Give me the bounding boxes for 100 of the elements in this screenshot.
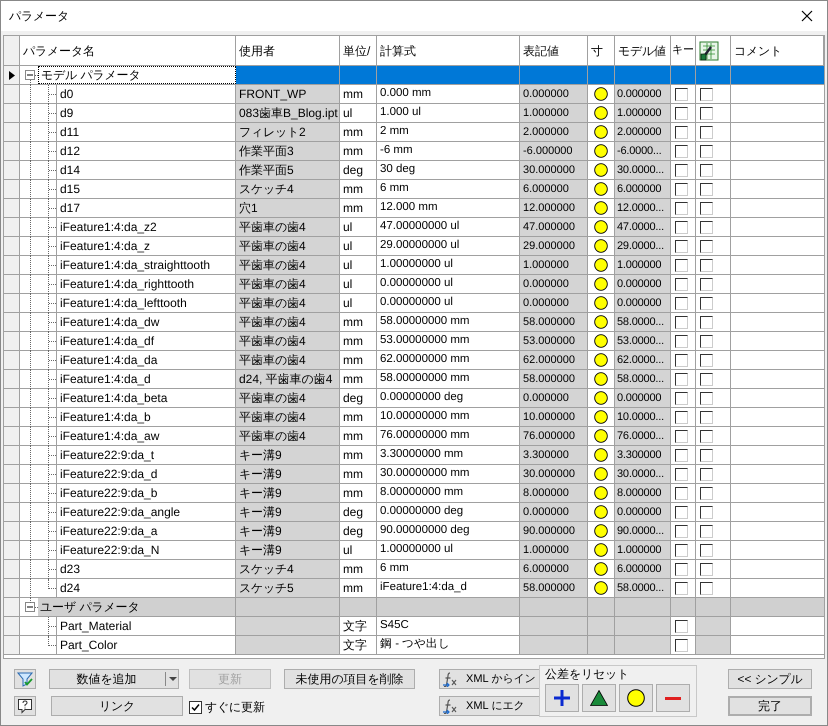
circle-icon[interactable] — [594, 258, 608, 272]
checkbox[interactable] — [675, 448, 688, 462]
checkbox[interactable] — [675, 620, 688, 632]
checkbox[interactable] — [675, 544, 688, 556]
checkbox[interactable] — [675, 486, 688, 500]
checkbox[interactable] — [700, 392, 713, 404]
checkbox[interactable] — [700, 258, 713, 272]
close-icon[interactable] — [801, 10, 813, 22]
checkbox[interactable] — [700, 430, 713, 442]
circle-icon[interactable] — [594, 277, 608, 291]
circle-icon[interactable] — [594, 220, 608, 234]
checkbox[interactable] — [675, 220, 688, 234]
checkbox[interactable] — [675, 278, 688, 290]
checkbox[interactable] — [675, 126, 688, 138]
circle-icon[interactable] — [594, 410, 608, 424]
circle-icon[interactable] — [594, 106, 608, 120]
column-header[interactable]: 表記値 — [520, 36, 588, 65]
circle-icon[interactable] — [594, 505, 608, 519]
checkbox[interactable] — [700, 544, 713, 556]
checkbox[interactable] — [675, 506, 688, 518]
circle-icon[interactable] — [594, 87, 608, 101]
checkbox[interactable] — [675, 240, 688, 252]
circle-icon[interactable] — [594, 448, 608, 462]
circle-icon[interactable] — [594, 125, 608, 139]
group-row[interactable]: ユーザ パラメータ — [38, 598, 236, 616]
collapse-icon[interactable] — [25, 602, 35, 612]
checkbox[interactable] — [700, 486, 713, 500]
circle-icon[interactable] — [594, 144, 608, 158]
link-button[interactable]: リンク — [51, 696, 183, 716]
column-header[interactable]: 寸 — [588, 36, 615, 65]
checkbox[interactable] — [675, 316, 688, 328]
checkbox[interactable] — [700, 88, 713, 100]
reset-tolerance-button[interactable] — [582, 684, 616, 712]
column-header[interactable]: 計算式 — [377, 36, 520, 65]
checkbox[interactable] — [675, 144, 688, 158]
checkbox[interactable] — [675, 334, 688, 348]
checkbox[interactable] — [675, 524, 688, 538]
column-header[interactable]: キー — [671, 36, 696, 65]
checkbox[interactable] — [675, 354, 688, 366]
purge-button[interactable]: 未使用の項目を削除 — [284, 669, 415, 689]
filter-button[interactable] — [14, 669, 36, 689]
checkbox[interactable] — [675, 202, 688, 214]
circle-icon[interactable] — [594, 239, 608, 253]
done-button[interactable]: 完了 — [728, 696, 812, 716]
checkbox[interactable] — [675, 106, 688, 120]
column-header[interactable]: パラメータ名 — [20, 36, 236, 65]
circle-icon[interactable] — [594, 163, 608, 177]
checkbox[interactable] — [700, 354, 713, 366]
add-value-button[interactable]: 数値を追加 — [49, 669, 179, 689]
circle-icon[interactable] — [594, 429, 608, 443]
column-header[interactable]: 使用者 — [236, 36, 340, 65]
checkbox[interactable] — [675, 258, 688, 272]
checkbox[interactable] — [675, 296, 688, 310]
collapse-icon[interactable] — [25, 70, 35, 80]
reset-tolerance-button[interactable] — [619, 684, 653, 712]
group-row[interactable]: モデル パラメータ — [38, 66, 236, 84]
checkbox[interactable] — [700, 296, 713, 310]
checkbox[interactable] — [700, 278, 713, 290]
checkbox[interactable] — [675, 392, 688, 404]
checkbox[interactable] — [700, 448, 713, 462]
circle-icon[interactable] — [594, 467, 608, 481]
checkbox[interactable] — [700, 562, 713, 576]
checkbox[interactable] — [700, 582, 713, 594]
checkbox[interactable] — [700, 468, 713, 480]
circle-icon[interactable] — [594, 372, 608, 386]
circle-icon[interactable] — [594, 353, 608, 367]
checkbox[interactable] — [675, 638, 688, 652]
checkbox[interactable] — [700, 220, 713, 234]
simple-view-button[interactable]: << シンプル — [728, 669, 812, 689]
circle-icon[interactable] — [594, 296, 608, 310]
circle-icon[interactable] — [594, 334, 608, 348]
help-button[interactable] — [14, 696, 36, 716]
checkbox[interactable] — [675, 182, 688, 196]
checkbox[interactable] — [700, 126, 713, 138]
checkbox[interactable] — [700, 316, 713, 328]
checkbox[interactable] — [700, 144, 713, 158]
column-header[interactable]: 単位/ — [340, 36, 377, 65]
checkbox[interactable] — [675, 468, 688, 480]
immediate-update-checkbox[interactable]: すぐに更新 — [189, 698, 265, 716]
checkbox[interactable] — [700, 334, 713, 348]
checkbox[interactable] — [700, 182, 713, 196]
checkbox[interactable] — [700, 202, 713, 214]
checkbox[interactable] — [675, 562, 688, 576]
circle-icon[interactable] — [594, 543, 608, 557]
checkbox[interactable] — [675, 88, 688, 100]
checkbox[interactable] — [675, 582, 688, 594]
checkbox[interactable] — [700, 410, 713, 424]
checkbox[interactable] — [700, 106, 713, 120]
reset-tolerance-button[interactable] — [545, 684, 579, 712]
circle-icon[interactable] — [594, 182, 608, 196]
circle-icon[interactable] — [594, 486, 608, 500]
circle-icon[interactable] — [594, 315, 608, 329]
circle-icon[interactable] — [594, 524, 608, 538]
checkbox[interactable] — [700, 164, 713, 176]
circle-icon[interactable] — [594, 201, 608, 215]
checkbox[interactable] — [675, 164, 688, 176]
checkbox[interactable] — [675, 430, 688, 442]
checkbox[interactable] — [675, 372, 688, 386]
circle-icon[interactable] — [594, 562, 608, 576]
circle-icon[interactable] — [594, 391, 608, 405]
